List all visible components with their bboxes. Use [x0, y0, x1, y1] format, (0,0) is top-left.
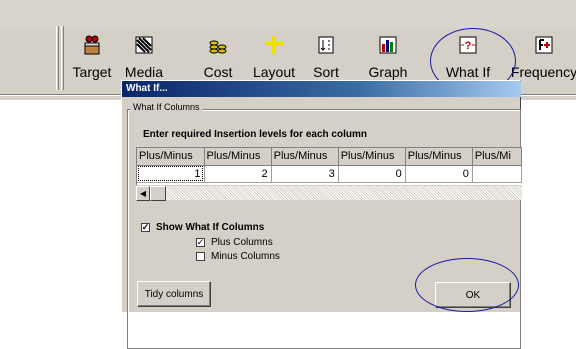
- grid-value-row: 1 2 3 0 0: [137, 165, 522, 183]
- grid-cell[interactable]: 2: [204, 165, 272, 183]
- what-if-dialog: What If... What If Columns Enter require…: [121, 80, 522, 349]
- checkbox-label: Show What If Columns: [156, 222, 265, 233]
- plus-columns-checkbox[interactable]: ✓ Plus Columns: [196, 237, 273, 248]
- toolbar-label: Target: [72, 64, 112, 80]
- column-header[interactable]: Plus/Minus: [271, 148, 339, 166]
- graph-icon: [377, 34, 399, 56]
- toolbar-grip-2[interactable]: [61, 26, 64, 90]
- grid-cell[interactable]: 0: [338, 165, 406, 183]
- grid-cell[interactable]: 3: [271, 165, 339, 183]
- show-what-if-checkbox[interactable]: ✓ Show What If Columns: [141, 222, 264, 233]
- checkmark-icon[interactable]: ✓: [141, 223, 150, 232]
- toolbar-grip[interactable]: [56, 26, 59, 90]
- toolbar-button-frequency[interactable]: Frequency: [511, 30, 576, 88]
- sort-icon: [315, 34, 337, 56]
- toolbar-label: Sort: [313, 64, 339, 80]
- column-header[interactable]: Plus/Minus: [338, 148, 406, 166]
- column-header[interactable]: Plus/Minus: [137, 148, 205, 166]
- layout-icon: [263, 34, 285, 56]
- grid-cell[interactable]: 1: [137, 165, 205, 183]
- column-header[interactable]: Plus/Minus: [405, 148, 473, 166]
- target-icon: [81, 34, 103, 56]
- checkbox-label: Plus Columns: [211, 237, 273, 248]
- scroll-thumb[interactable]: [150, 186, 166, 201]
- grid-cell[interactable]: [472, 165, 522, 183]
- toolbar-label: Layout: [252, 64, 296, 80]
- toolbar-label: Graph: [368, 64, 408, 80]
- grid-header-row: Plus/Minus Plus/Minus Plus/Minus Plus/Mi…: [137, 148, 522, 166]
- toolbar-button-target[interactable]: Target: [66, 30, 118, 88]
- tidy-columns-button[interactable]: Tidy columns: [137, 281, 211, 307]
- toolbar-label: Media: [124, 64, 164, 80]
- grid-cell[interactable]: 0: [405, 165, 473, 183]
- minus-columns-checkbox[interactable]: Minus Columns: [196, 251, 280, 262]
- media-icon: [133, 34, 155, 56]
- column-header[interactable]: Plus/Minus: [204, 148, 272, 166]
- toolbar-label: Frequency: [510, 64, 576, 80]
- horizontal-scrollbar[interactable]: ◀: [136, 185, 522, 201]
- scroll-left-icon[interactable]: ◀: [136, 186, 150, 201]
- group-label: What If Columns: [131, 102, 202, 112]
- instruction-text: Enter required Insertion levels for each…: [143, 129, 367, 140]
- dialog-title[interactable]: What If...: [122, 81, 521, 97]
- insertion-grid[interactable]: Plus/Minus Plus/Minus Plus/Minus Plus/Mi…: [136, 147, 522, 185]
- toolbar-label: Cost: [203, 64, 233, 80]
- toolbar-label: What If: [445, 64, 491, 80]
- empty-checkbox-icon[interactable]: [196, 252, 205, 261]
- ok-button[interactable]: OK: [435, 282, 511, 308]
- column-header[interactable]: Plus/Mi: [472, 148, 522, 166]
- toolbar-top-band: [0, 0, 576, 28]
- checkmark-icon[interactable]: ✓: [196, 238, 205, 247]
- cost-icon: [207, 34, 229, 56]
- svg-text:?: ?: [465, 40, 472, 52]
- checkbox-label: Minus Columns: [211, 251, 280, 262]
- what-if-icon: ?: [457, 34, 479, 56]
- frequency-icon: [533, 34, 555, 56]
